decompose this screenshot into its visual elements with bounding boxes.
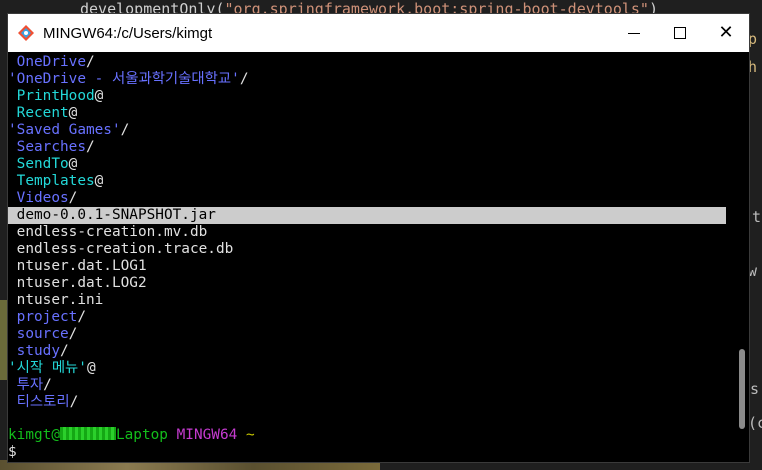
terminal-window[interactable]: MINGW64:/c/Users/kimgt ✕ OneDrive/'OneDr… bbox=[7, 13, 750, 463]
mingw-logo-icon bbox=[17, 24, 35, 42]
listing-entry: project/ bbox=[8, 309, 86, 326]
listing-entry: endless-creation.mv.db bbox=[8, 224, 208, 241]
entry-name: endless-creation.mv.db bbox=[16, 224, 208, 240]
entry-suffix: / bbox=[60, 343, 69, 359]
minimize-button[interactable] bbox=[611, 14, 657, 52]
listing-entry: 'Saved Games'/ bbox=[8, 122, 130, 138]
redacted-hostname bbox=[59, 427, 116, 440]
listing-entry: SendTo@ bbox=[8, 156, 78, 173]
entry-suffix: @ bbox=[94, 173, 104, 189]
listing-entry: study/ bbox=[8, 343, 69, 360]
close-button[interactable]: ✕ bbox=[703, 14, 749, 52]
entry-suffix: / bbox=[43, 377, 52, 393]
entry-suffix: / bbox=[68, 190, 78, 206]
prompt-user: kimgt@ bbox=[8, 427, 60, 443]
entry-suffix: / bbox=[85, 54, 95, 70]
entry-suffix: / bbox=[77, 309, 86, 325]
entry-name: Videos bbox=[16, 190, 69, 206]
entry-name: ntuser.ini bbox=[16, 292, 104, 308]
prompt-shell: MINGW64 bbox=[176, 427, 238, 443]
entry-name: OneDrive bbox=[16, 54, 86, 70]
entry-suffix: @ bbox=[68, 105, 78, 121]
listing-entry: Recent@ bbox=[8, 105, 78, 122]
listing-entry: demo-0.0.1-SNAPSHOT.jar bbox=[8, 207, 726, 224]
entry-suffix: @ bbox=[86, 360, 96, 376]
entry-name: PrintHood bbox=[16, 88, 95, 104]
terminal-scrollbar[interactable] bbox=[739, 349, 745, 429]
entry-suffix: @ bbox=[68, 156, 78, 172]
listing-entry: Templates@ bbox=[8, 173, 104, 190]
entry-suffix: @ bbox=[94, 88, 104, 104]
entry-suffix: / bbox=[68, 326, 78, 342]
entry-name: 티스토리 bbox=[16, 394, 70, 410]
close-icon: ✕ bbox=[718, 22, 734, 43]
entry-suffix: / bbox=[85, 139, 95, 155]
listing-entry: ntuser.dat.LOG1 bbox=[8, 258, 147, 275]
entry-name: 투자 bbox=[16, 377, 44, 393]
entry-suffix: / bbox=[239, 71, 249, 87]
entry-name: ntuser.dat.LOG1 bbox=[16, 258, 147, 274]
entry-name: SendTo bbox=[16, 156, 69, 172]
listing-entry: ntuser.ini bbox=[8, 292, 104, 309]
entry-suffix: / bbox=[69, 394, 79, 410]
listing-entry: Searches/ bbox=[8, 139, 95, 156]
minimize-icon bbox=[628, 32, 640, 34]
background-fragment: (c bbox=[748, 414, 762, 432]
entry-suffix: / bbox=[120, 122, 130, 138]
entry-name: ntuser.dat.LOG2 bbox=[16, 275, 147, 291]
entry-name: Saved Games bbox=[16, 122, 112, 138]
entry-name: 시작 메뉴 bbox=[16, 360, 79, 376]
listing-entry: Videos/ bbox=[8, 190, 78, 207]
entry-name: project bbox=[16, 309, 78, 325]
window-title: MINGW64:/c/Users/kimgt bbox=[43, 24, 213, 42]
terminal-output[interactable]: OneDrive/'OneDrive - 서울과학기술대학교'/ PrintHo… bbox=[8, 52, 749, 462]
prompt-path: ~ bbox=[245, 427, 255, 443]
entry-name: study bbox=[16, 343, 60, 359]
listing-entry: 티스토리/ bbox=[8, 394, 79, 411]
entry-name: source bbox=[16, 326, 69, 342]
listing-entry: '시작 메뉴'@ bbox=[8, 360, 96, 376]
listing-entry: 'OneDrive - 서울과학기술대학교'/ bbox=[8, 71, 249, 87]
prompt-symbol: $ bbox=[8, 444, 17, 460]
prompt-host: Laptop bbox=[115, 427, 168, 443]
listing-entry: 투자/ bbox=[8, 377, 52, 394]
prompt-line: kimgt@ Laptop MINGW64 ~ bbox=[8, 427, 255, 444]
maximize-icon bbox=[674, 27, 686, 39]
entry-name: Searches bbox=[16, 139, 86, 155]
background-fragment: s. bbox=[750, 380, 762, 398]
entry-name: Recent bbox=[16, 105, 69, 121]
entry-name: demo-0.0.1-SNAPSHOT.jar bbox=[16, 207, 216, 223]
title-bar[interactable]: MINGW64:/c/Users/kimgt ✕ bbox=[8, 14, 749, 52]
prompt-input-line[interactable]: $ bbox=[8, 444, 17, 461]
listing-entry: source/ bbox=[8, 326, 78, 343]
maximize-button[interactable] bbox=[657, 14, 703, 52]
entry-name: endless-creation.trace.db bbox=[16, 241, 234, 257]
background-fragment: t bbox=[752, 208, 762, 226]
window-controls: ✕ bbox=[611, 14, 749, 52]
entry-name: OneDrive - 서울과학기술대학교 bbox=[16, 71, 232, 87]
listing-entry: OneDrive/ bbox=[8, 54, 95, 71]
listing-entry: ntuser.dat.LOG2 bbox=[8, 275, 147, 292]
listing-entry: endless-creation.trace.db bbox=[8, 241, 234, 258]
entry-name: Templates bbox=[16, 173, 95, 189]
listing-entry: PrintHood@ bbox=[8, 88, 104, 105]
